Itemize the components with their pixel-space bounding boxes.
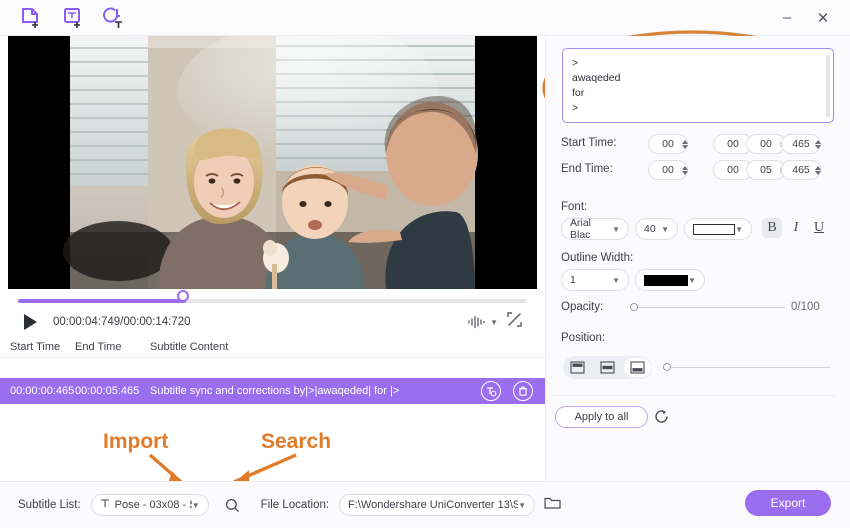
time-display: 00:00:04:749/00:00:14:720: [53, 316, 191, 328]
font-color-swatch: [693, 223, 736, 235]
video-progress-bar[interactable]: [8, 290, 537, 308]
video-preview[interactable]: [8, 36, 537, 289]
auto-subtitle-icon[interactable]: [102, 5, 128, 31]
end-time-label: End Time:: [561, 163, 613, 175]
row-start-time: 00:00:00:465: [10, 385, 75, 397]
export-button[interactable]: Export: [745, 490, 831, 516]
position-slider-track[interactable]: [671, 367, 831, 368]
font-size-chevron-down-icon[interactable]: ▼: [661, 225, 669, 234]
start-time-milliseconds-stepper[interactable]: [812, 134, 824, 154]
annotation-search-label: Search: [261, 430, 332, 453]
position-label: Position:: [561, 332, 606, 344]
outline-width-value: 1: [570, 274, 576, 286]
start-time-label: Start Time:: [561, 137, 617, 149]
opacity-value: 0/100: [791, 301, 820, 313]
reset-icon[interactable]: [653, 408, 670, 430]
font-size-select[interactable]: 40 ▼: [635, 218, 678, 240]
minimize-button[interactable]: –: [772, 5, 802, 31]
align-middle-icon[interactable]: [594, 358, 621, 377]
add-subtitle-file-icon[interactable]: [60, 5, 86, 31]
align-top-icon[interactable]: [565, 358, 592, 377]
progress-fill: [18, 299, 186, 303]
annotation-import-label: Import: [103, 430, 169, 453]
outline-color-swatch: [644, 274, 689, 286]
font-size-value: 40: [644, 223, 656, 235]
outline-width-chevron-down-icon[interactable]: ▼: [612, 276, 620, 285]
folder-icon[interactable]: [544, 495, 561, 515]
player-controls: 00:00:04:749/00:00:14:720 ▼: [8, 308, 537, 336]
bold-button[interactable]: B: [762, 218, 782, 238]
progress-handle[interactable]: [176, 290, 189, 302]
file-location-select[interactable]: F:\Wondershare UniConverter 13\SubEdi ▼: [339, 494, 536, 516]
outline-color-chevron-down-icon[interactable]: ▼: [688, 276, 696, 285]
play-icon[interactable]: [24, 314, 37, 330]
file-location-label: File Location:: [260, 499, 330, 511]
table-row[interactable]: 00:00:00:465 00:00:05:465 Subtitle sync …: [0, 378, 545, 404]
opacity-label: Opacity:: [561, 301, 604, 313]
position-align-group: [563, 356, 652, 379]
subtitle-text-line-3: for: [572, 87, 585, 99]
file-location-value: F:\Wondershare UniConverter 13\SubEdi: [348, 499, 519, 511]
fullscreen-icon[interactable]: [506, 311, 523, 333]
column-header-subtitle-content: Subtitle Content: [150, 340, 229, 353]
subtitle-text-input[interactable]: > awaqeded for >: [562, 48, 834, 123]
delete-subtitle-icon[interactable]: [513, 381, 533, 401]
progress-track[interactable]: [18, 299, 527, 303]
font-family-value: Arial Blac: [570, 217, 592, 241]
left-column: 00:00:04:749/00:00:14:720 ▼ Start Time E…: [0, 36, 545, 492]
import-media-icon[interactable]: [18, 5, 44, 31]
font-label: Font:: [561, 201, 588, 213]
subtitle-list-select[interactable]: Pose - 03x08 - Ser.. ▼: [90, 494, 209, 516]
search-icon[interactable]: [221, 493, 245, 517]
subtitle-list-value: Pose - 03x08 - Ser..: [114, 499, 192, 511]
outline-width-select[interactable]: 1 ▼: [561, 269, 629, 291]
column-header-end-time: End Time: [75, 340, 122, 353]
title-bar: – ✕: [0, 0, 850, 36]
font-family-chevron-down-icon[interactable]: ▼: [612, 225, 620, 234]
subtitle-table-header: Start Time End Time Subtitle Content: [0, 336, 545, 358]
subtitle-editor-window: – ✕ 00:00:04:749/00:00:14:720 ▼ Start Ti…: [0, 0, 850, 528]
close-button[interactable]: ✕: [808, 5, 838, 31]
bottom-bar: Subtitle List: Pose - 03x08 - Ser.. ▼ Fi…: [0, 481, 850, 528]
player-right-controls: ▼: [467, 311, 529, 333]
toolbar-icons: [0, 5, 128, 31]
font-color-select[interactable]: ▼: [684, 218, 752, 240]
row-subtitle-content: Subtitle sync and corrections by|>|awaqe…: [150, 385, 400, 397]
font-family-select[interactable]: Arial Blac ▼: [561, 217, 629, 241]
row-end-time: 00:00:05:465: [75, 385, 140, 397]
file-location-chevron-down-icon[interactable]: ▼: [518, 501, 526, 510]
subtitle-text-line-1: >: [572, 57, 579, 69]
italic-button[interactable]: I: [786, 218, 806, 238]
position-slider-handle[interactable]: [663, 363, 671, 371]
underline-button[interactable]: U: [809, 218, 829, 238]
subtitle-list-chevron-down-icon[interactable]: ▼: [192, 501, 200, 510]
outline-color-select[interactable]: ▼: [635, 269, 705, 291]
end-time-milliseconds-stepper[interactable]: [812, 160, 824, 180]
start-time-hours-stepper[interactable]: [679, 134, 691, 154]
font-color-chevron-down-icon[interactable]: ▼: [735, 225, 743, 234]
window-controls: – ✕: [772, 5, 850, 31]
apply-to-all-button[interactable]: Apply to all: [555, 406, 648, 428]
volume-waveform-icon[interactable]: ▼: [467, 315, 498, 329]
textarea-scrollbar[interactable]: [826, 55, 830, 117]
end-time-hours-stepper[interactable]: [679, 160, 691, 180]
subtitle-text-line-2: awaqeded: [572, 72, 621, 84]
column-header-start-time: Start Time: [10, 340, 61, 353]
opacity-slider-handle[interactable]: [630, 303, 638, 311]
subtitle-text-line-4: >: [572, 102, 579, 114]
translate-subtitle-icon[interactable]: [481, 381, 501, 401]
panel-divider: [553, 395, 836, 396]
volume-chevron-down-icon[interactable]: ▼: [490, 318, 498, 327]
outline-width-label: Outline Width:: [561, 252, 634, 264]
subtitle-list-label: Subtitle List:: [18, 499, 81, 511]
text-subtitle-icon: [100, 498, 111, 512]
align-bottom-icon[interactable]: [623, 358, 651, 377]
opacity-slider-track[interactable]: [637, 307, 785, 308]
